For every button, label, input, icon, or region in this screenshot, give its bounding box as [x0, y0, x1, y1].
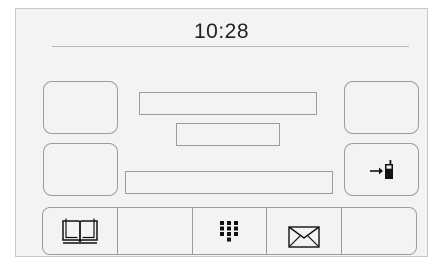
bottom-bar-empty-button-2[interactable] — [342, 208, 416, 254]
info-field-3 — [125, 171, 333, 194]
bottom-bar-book-button[interactable] — [43, 208, 118, 254]
transfer-to-phone-button[interactable] — [344, 143, 419, 196]
bottom-bar-keypad-button[interactable] — [193, 208, 268, 254]
display-screen: 10:28 — [15, 8, 428, 257]
left-bottom-button[interactable] — [43, 143, 118, 196]
left-top-button[interactable] — [43, 81, 118, 134]
info-field-2 — [176, 123, 280, 146]
book-icon — [61, 217, 99, 245]
bottom-menu-bar — [42, 207, 417, 255]
clock-display: 10:28 — [193, 20, 250, 43]
header-divider — [52, 46, 409, 47]
bottom-bar-messages-button[interactable] — [267, 208, 343, 254]
info-field-1 — [139, 92, 317, 115]
keypad-icon — [219, 220, 239, 242]
bottom-bar-empty-button-1[interactable] — [118, 208, 193, 254]
transfer-to-phone-icon — [369, 159, 395, 181]
envelope-icon — [288, 226, 320, 248]
right-top-button[interactable] — [344, 81, 419, 134]
